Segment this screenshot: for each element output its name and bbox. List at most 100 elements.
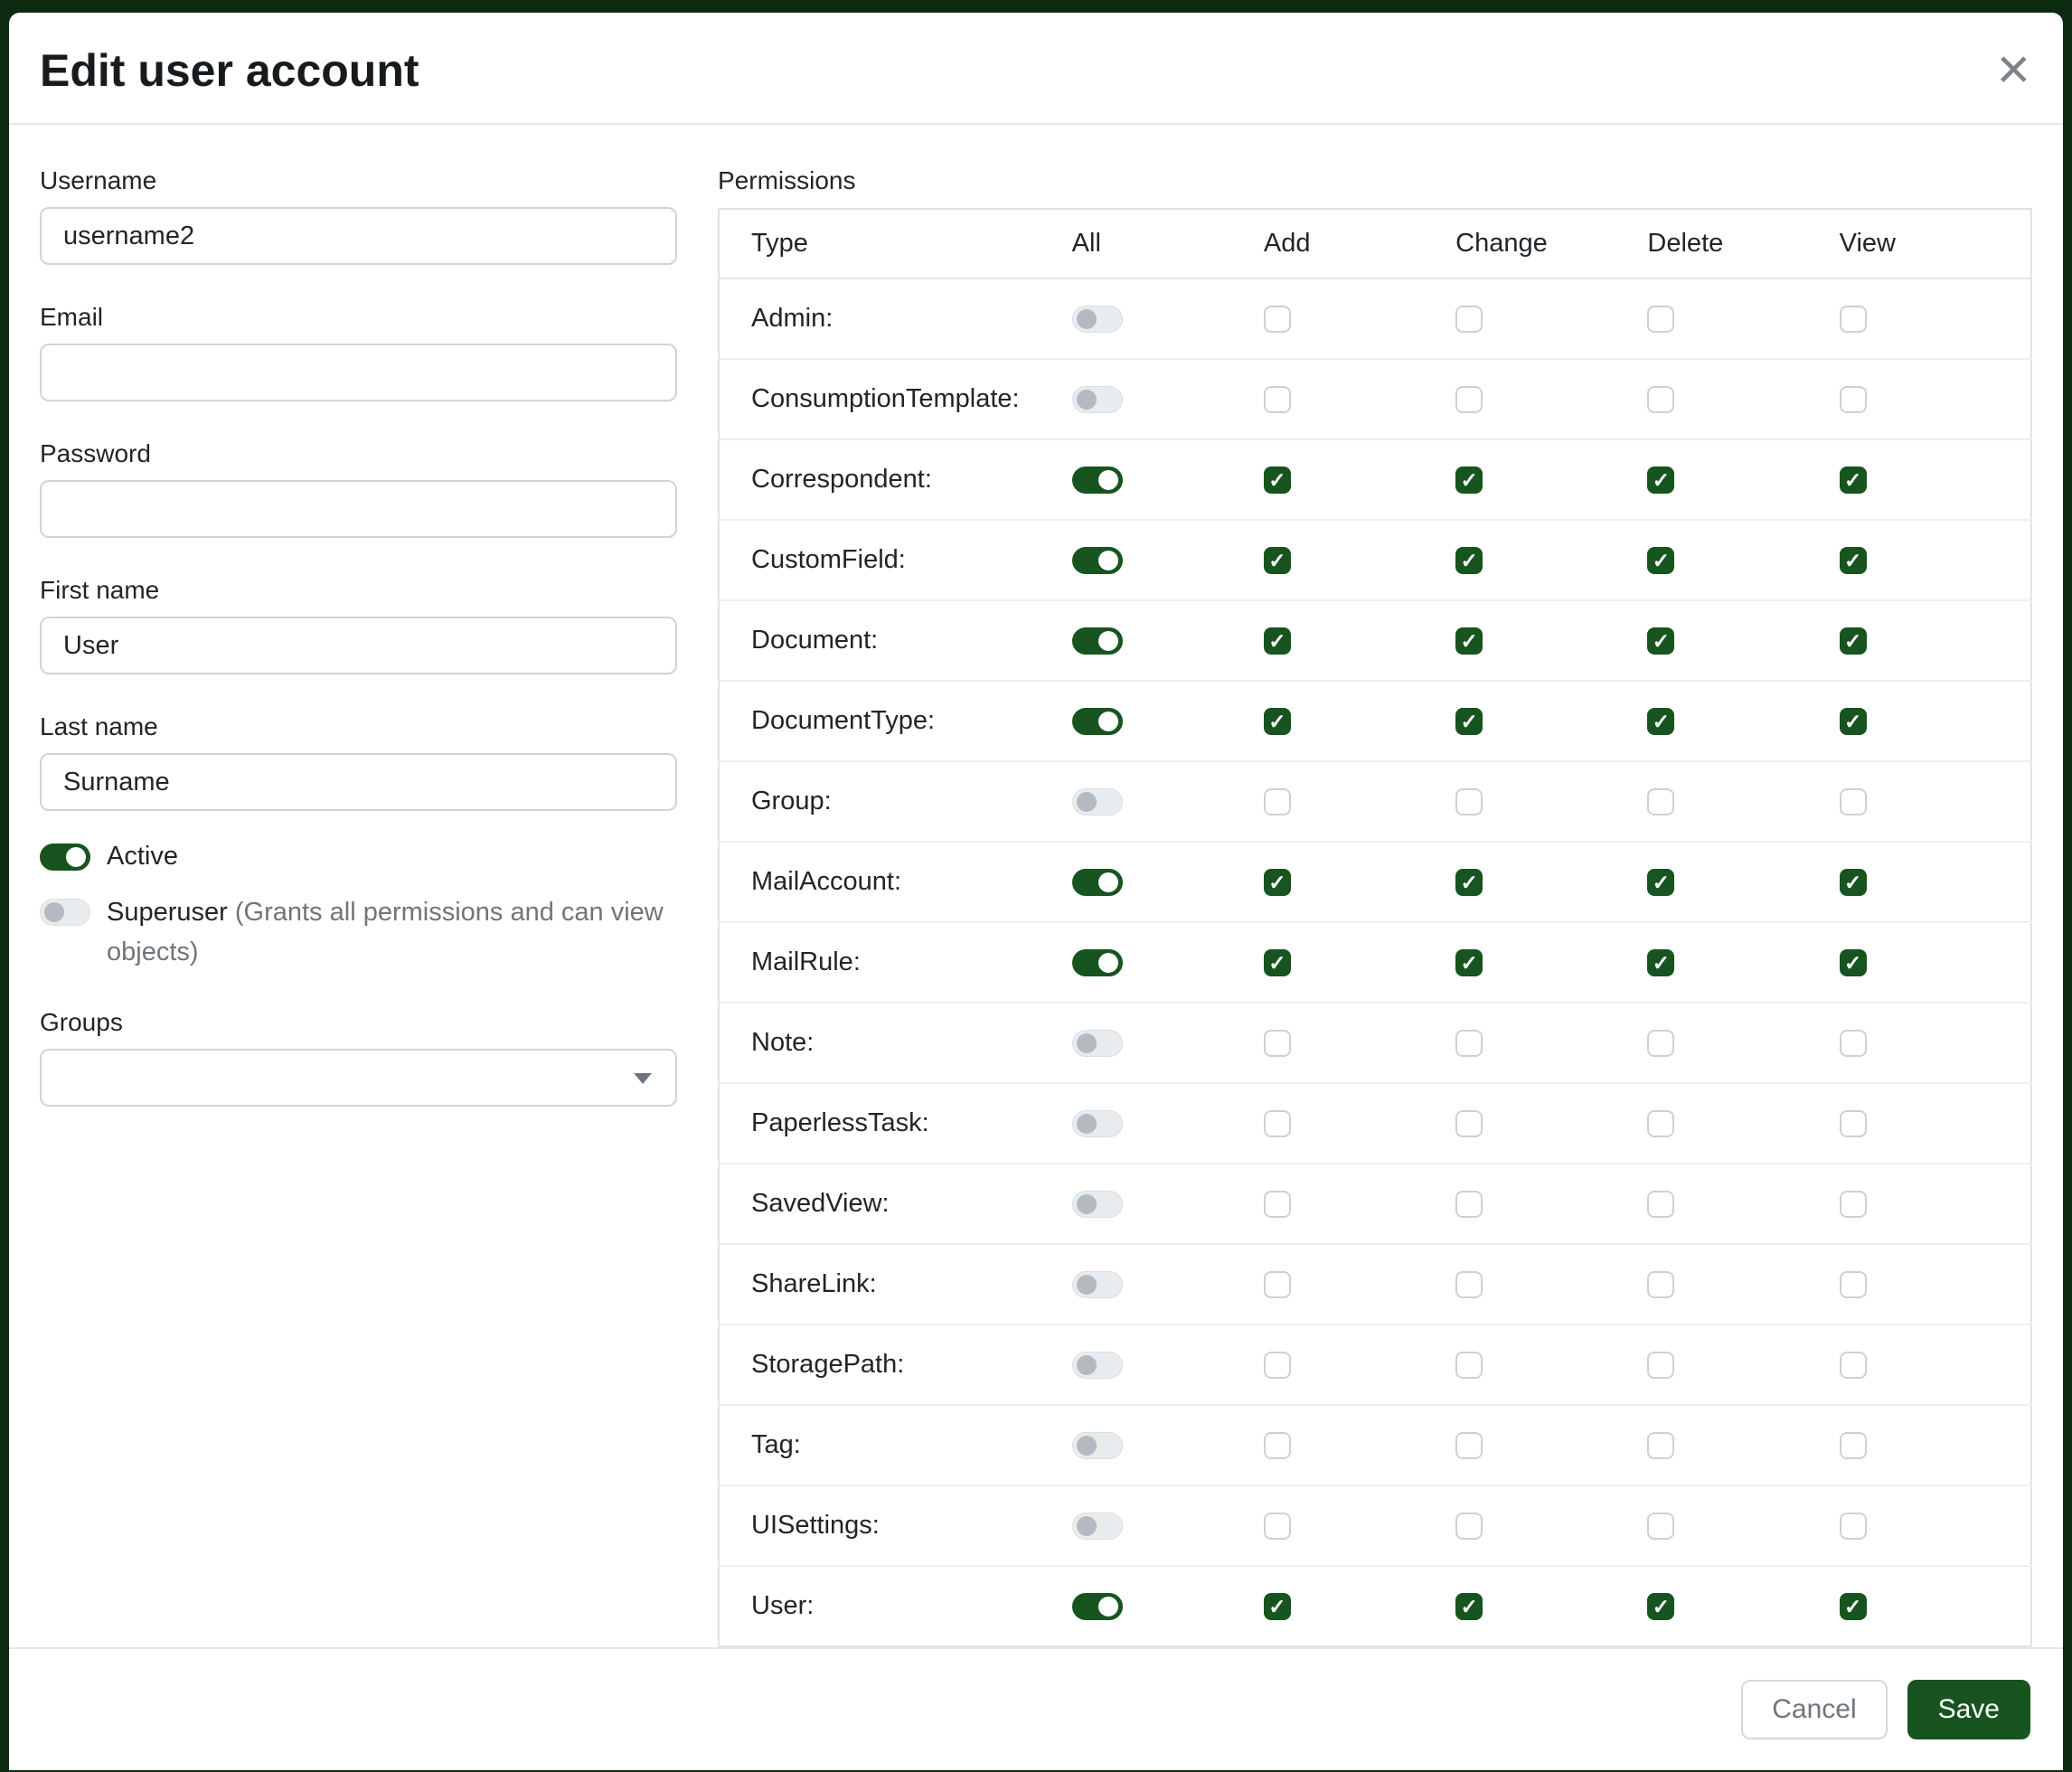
permission-all-toggle[interactable] [1072,306,1123,333]
active-toggle[interactable] [40,844,90,871]
permission-all-toggle[interactable] [1072,1432,1123,1459]
permission-all-toggle[interactable] [1072,949,1123,976]
permission-add-checkbox[interactable] [1264,306,1291,333]
dialog-footer: Cancel Save [9,1647,2063,1770]
permission-change-checkbox[interactable]: ✓ [1455,1593,1483,1620]
permission-change-checkbox[interactable] [1455,1271,1483,1298]
groups-select[interactable] [40,1049,677,1107]
close-icon[interactable]: × [1997,43,2030,94]
permission-change-checkbox[interactable]: ✓ [1455,708,1483,735]
last-name-field[interactable] [40,753,677,811]
permission-view-checkbox[interactable] [1840,1110,1867,1137]
permission-change-checkbox[interactable] [1455,386,1483,413]
permission-change-checkbox[interactable]: ✓ [1455,949,1483,976]
permission-view-checkbox[interactable]: ✓ [1840,869,1867,896]
permission-view-checkbox[interactable] [1840,306,1867,333]
first-name-field[interactable] [40,617,677,674]
permission-all-toggle[interactable] [1072,1352,1123,1379]
password-field[interactable] [40,480,677,538]
permission-delete-checkbox[interactable] [1647,1110,1674,1137]
permission-delete-checkbox[interactable]: ✓ [1647,869,1674,896]
permission-add-checkbox[interactable] [1264,1191,1291,1218]
permission-change-checkbox[interactable]: ✓ [1455,869,1483,896]
permission-add-checkbox[interactable] [1264,1030,1291,1057]
permission-add-checkbox[interactable] [1264,1513,1291,1540]
email-field[interactable] [40,344,677,401]
permission-delete-checkbox[interactable] [1647,788,1674,815]
permission-view-checkbox[interactable]: ✓ [1840,547,1867,574]
permission-delete-checkbox[interactable] [1647,1513,1674,1540]
permission-add-checkbox[interactable]: ✓ [1264,547,1291,574]
username-input[interactable] [40,207,677,265]
permission-change-checkbox[interactable] [1455,788,1483,815]
permission-delete-checkbox[interactable]: ✓ [1647,949,1674,976]
permission-change-checkbox[interactable] [1455,1191,1483,1218]
permission-view-checkbox[interactable] [1840,1030,1867,1057]
permission-delete-checkbox[interactable] [1647,1271,1674,1298]
permission-add-checkbox[interactable] [1264,1271,1291,1298]
permission-view-checkbox[interactable] [1840,1191,1867,1218]
permission-view-checkbox[interactable] [1840,386,1867,413]
permission-view-checkbox[interactable]: ✓ [1840,627,1867,655]
permission-all-toggle[interactable] [1072,1191,1123,1218]
permission-delete-checkbox[interactable] [1647,1030,1674,1057]
cancel-button[interactable]: Cancel [1741,1680,1887,1739]
permission-add-checkbox[interactable]: ✓ [1264,627,1291,655]
permission-all-toggle[interactable] [1072,708,1123,735]
permission-view-checkbox[interactable]: ✓ [1840,949,1867,976]
permission-delete-checkbox[interactable] [1647,386,1674,413]
last-name-group: Last name [40,712,677,811]
permission-add-checkbox[interactable]: ✓ [1264,949,1291,976]
permission-change-checkbox[interactable] [1455,1030,1483,1057]
permission-all-toggle[interactable] [1072,869,1123,896]
permission-add-checkbox[interactable] [1264,386,1291,413]
permission-delete-checkbox[interactable]: ✓ [1647,627,1674,655]
permission-delete-checkbox[interactable] [1647,306,1674,333]
permission-add-checkbox[interactable] [1264,1352,1291,1379]
permission-all-toggle[interactable] [1072,1110,1123,1137]
permission-all-toggle[interactable] [1072,467,1123,494]
permission-all-toggle[interactable] [1072,1271,1123,1298]
permission-change-checkbox[interactable] [1455,1432,1483,1459]
permission-delete-checkbox[interactable]: ✓ [1647,547,1674,574]
permission-all-toggle[interactable] [1072,788,1123,815]
permission-delete-checkbox[interactable]: ✓ [1647,708,1674,735]
permission-add-checkbox[interactable]: ✓ [1264,708,1291,735]
superuser-toggle[interactable] [40,899,90,926]
permission-view-checkbox[interactable]: ✓ [1840,1593,1867,1620]
permission-all-toggle[interactable] [1072,1030,1123,1057]
permission-add-checkbox[interactable] [1264,1432,1291,1459]
permission-add-checkbox[interactable]: ✓ [1264,467,1291,494]
permission-view-checkbox[interactable]: ✓ [1840,467,1867,494]
permission-change-checkbox[interactable] [1455,306,1483,333]
permission-add-checkbox[interactable] [1264,1110,1291,1137]
permission-delete-checkbox[interactable] [1647,1191,1674,1218]
permission-change-checkbox[interactable]: ✓ [1455,547,1483,574]
permission-change-checkbox[interactable] [1455,1110,1483,1137]
permission-add-checkbox[interactable]: ✓ [1264,869,1291,896]
permission-change-checkbox[interactable]: ✓ [1455,627,1483,655]
permission-all-toggle[interactable] [1072,627,1123,655]
permission-change-checkbox[interactable]: ✓ [1455,467,1483,494]
permission-change-checkbox[interactable] [1455,1513,1483,1540]
permission-view-checkbox[interactable] [1840,1271,1867,1298]
save-button[interactable]: Save [1907,1680,2030,1739]
permission-all-toggle[interactable] [1072,547,1123,574]
permission-delete-checkbox[interactable]: ✓ [1647,1593,1674,1620]
permission-delete-checkbox[interactable]: ✓ [1647,467,1674,494]
superuser-text: Superuser (Grants all permissions and ca… [107,893,676,972]
permission-view-checkbox[interactable] [1840,788,1867,815]
permission-view-checkbox[interactable] [1840,1513,1867,1540]
permission-all-toggle[interactable] [1072,386,1123,413]
permission-delete-checkbox[interactable] [1647,1352,1674,1379]
permission-add-checkbox[interactable]: ✓ [1264,1593,1291,1620]
toggle-knob [1077,1275,1097,1295]
permission-add-checkbox[interactable] [1264,788,1291,815]
permission-delete-checkbox[interactable] [1647,1432,1674,1459]
permission-change-checkbox[interactable] [1455,1352,1483,1379]
permission-view-checkbox[interactable]: ✓ [1840,708,1867,735]
permission-view-checkbox[interactable] [1840,1352,1867,1379]
permission-all-toggle[interactable] [1072,1513,1123,1540]
permission-view-checkbox[interactable] [1840,1432,1867,1459]
permission-all-toggle[interactable] [1072,1593,1123,1620]
